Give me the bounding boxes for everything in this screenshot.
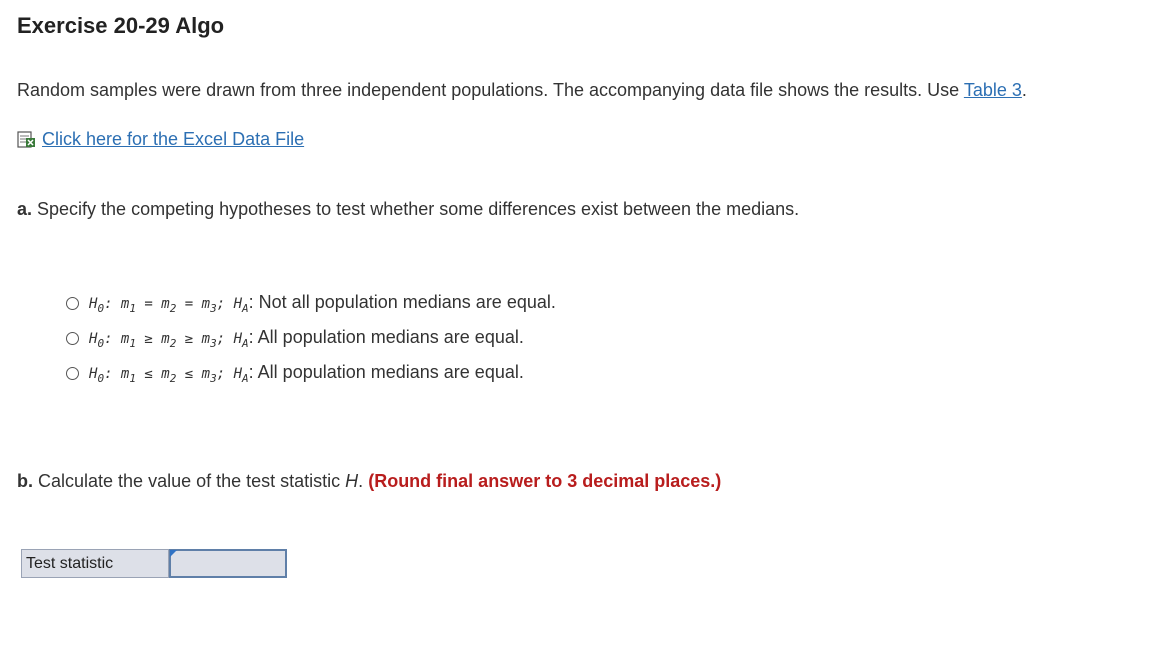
test-statistic-label: Test statistic [21,549,169,578]
part-b-text: Calculate the value of the test statisti… [33,471,346,491]
option-text: H0: m1 ≤ m2 ≤ m3; HA: All population med… [89,362,524,385]
excel-file-link-row[interactable]: Click here for the Excel Data File [17,129,304,150]
hypothesis-options: H0: m1 = m2 = m3; HA: Not all population… [66,286,556,391]
statistic-variable: H [345,471,359,491]
excel-data-file-link[interactable]: Click here for the Excel Data File [42,129,304,150]
part-b-question: b. Calculate the value of the test stati… [17,471,722,491]
hypothesis-option-1[interactable]: H0: m1 = m2 = m3; HA: Not all population… [66,286,556,321]
intro-suffix: . [1021,80,1027,100]
test-statistic-input[interactable] [169,549,287,578]
input-corner-marker-icon [170,550,177,557]
part-a-text: Specify the competing hypotheses to test… [32,199,800,219]
option-text: H0: m1 ≥ m2 ≥ m3; HA: All population med… [89,327,524,350]
part-b-label: b. [17,471,33,491]
intro-paragraph: Random samples were drawn from three ind… [17,80,1027,101]
hypothesis-option-2[interactable]: H0: m1 ≥ m2 ≥ m3; HA: All population med… [66,321,556,356]
intro-text: Random samples were drawn from three ind… [17,80,964,100]
table-3-link[interactable]: Table 3 [964,80,1022,100]
option-statement: All population medians are equal. [257,327,524,347]
answer-row: Test statistic [21,549,287,578]
radio-button[interactable] [66,332,79,345]
part-a-label: a. [17,199,33,219]
excel-file-icon[interactable] [17,130,36,149]
option-statement: All population medians are equal. [257,362,524,382]
answer-input-wrap [169,549,287,578]
option-statement: Not all population medians are equal. [258,292,556,312]
radio-button[interactable] [66,367,79,380]
rounding-instruction: (Round final answer to 3 decimal places.… [368,471,722,491]
hypothesis-option-3[interactable]: H0: m1 ≤ m2 ≤ m3; HA: All population med… [66,356,556,391]
option-text: H0: m1 = m2 = m3; HA: Not all population… [89,292,556,315]
part-a-question: a. Specify the competing hypotheses to t… [17,199,799,220]
page-title: Exercise 20-29 Algo [17,13,225,38]
radio-button[interactable] [66,297,79,310]
